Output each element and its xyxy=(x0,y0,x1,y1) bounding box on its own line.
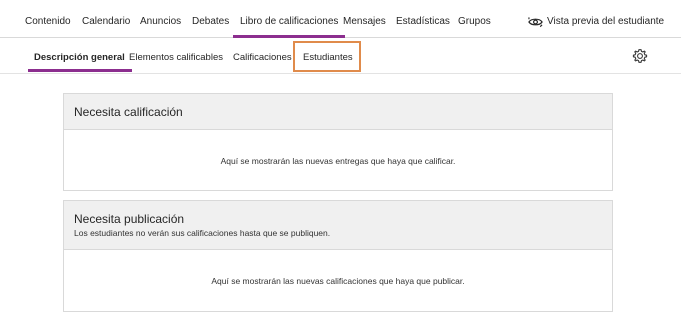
tab-libro-de-calificaciones[interactable]: Libro de calificaciones xyxy=(232,0,346,38)
tab-estadisticas[interactable]: Estadísticas xyxy=(396,0,450,37)
sub-nav: Descripción general Elementos calificabl… xyxy=(0,38,681,74)
tab-mensajes[interactable]: Mensajes xyxy=(343,0,386,37)
tab-debates[interactable]: Debates xyxy=(192,0,229,37)
tab-anuncios[interactable]: Anuncios xyxy=(140,0,181,37)
needs-posting-subtitle: Los estudiantes no verán sus calificacio… xyxy=(74,228,331,238)
tab-calendario[interactable]: Calendario xyxy=(82,0,130,37)
needs-grading-card: Necesita calificación Aquí se mostrarán … xyxy=(63,93,613,191)
needs-grading-header: Necesita calificación xyxy=(64,94,612,130)
student-preview-label: Vista previa del estudiante xyxy=(547,16,665,27)
subtab-calificaciones[interactable]: Calificaciones xyxy=(233,38,292,73)
tab-contenido[interactable]: Contenido xyxy=(25,0,71,37)
subtab-elementos-calificables[interactable]: Elementos calificables xyxy=(129,38,223,73)
needs-posting-title: Necesita publicación xyxy=(74,212,185,226)
subtab-estudiantes[interactable]: Estudiantes xyxy=(303,38,353,73)
needs-posting-empty-message: Aquí se mostrarán las nuevas calificacio… xyxy=(211,275,465,286)
top-nav: Contenido Calendario Anuncios Debates Li… xyxy=(0,0,681,38)
needs-posting-header: Necesita publicación Los estudiantes no … xyxy=(64,201,612,250)
student-preview-button[interactable]: Vista previa del estudiante xyxy=(528,0,664,37)
eye-refresh-icon xyxy=(528,16,543,27)
tab-grupos[interactable]: Grupos xyxy=(458,0,491,37)
needs-posting-card: Necesita publicación Los estudiantes no … xyxy=(63,200,613,312)
needs-grading-title: Necesita calificación xyxy=(74,105,183,119)
subtab-descripcion-general[interactable]: Descripción general xyxy=(28,38,132,73)
gear-icon[interactable] xyxy=(632,48,648,64)
needs-grading-empty-message: Aquí se mostrarán las nuevas entregas qu… xyxy=(220,155,456,166)
